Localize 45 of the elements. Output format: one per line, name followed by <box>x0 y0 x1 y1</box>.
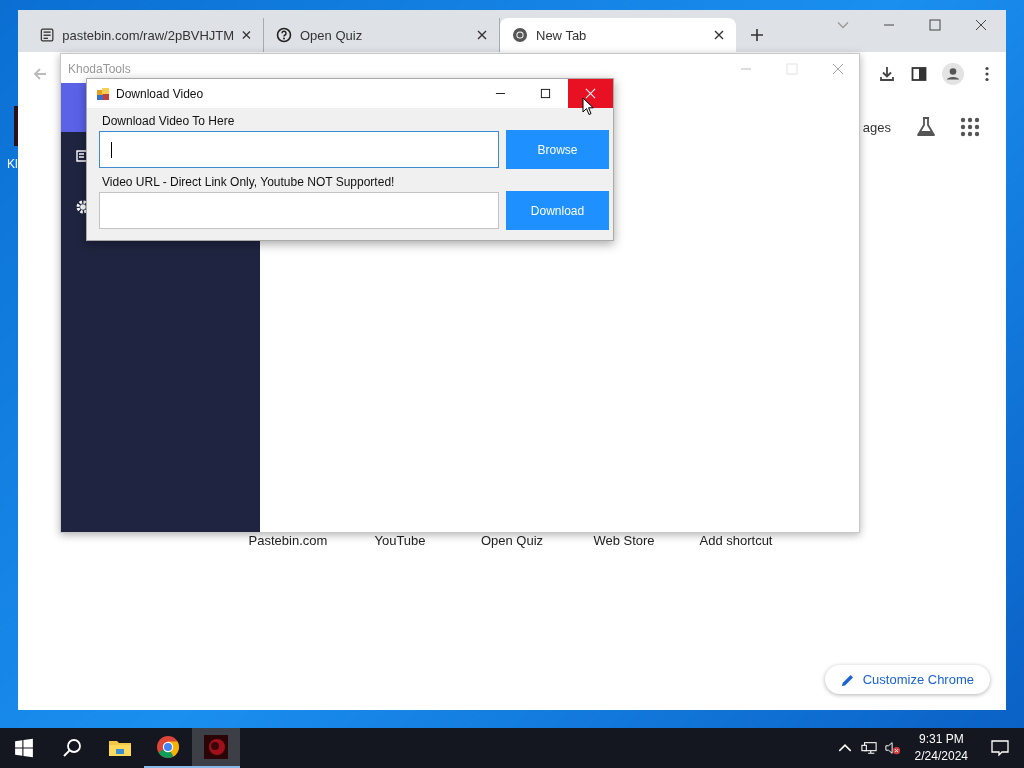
shortcut-label[interactable]: Pastebin.com <box>232 533 344 548</box>
field-label: Download Video To Here <box>101 114 236 128</box>
new-tab-icon[interactable] <box>750 28 764 42</box>
help-icon <box>276 27 292 43</box>
pencil-icon <box>840 672 855 687</box>
shortcut-label[interactable]: Open Quiz <box>456 533 568 548</box>
close-icon[interactable] <box>477 30 487 40</box>
network-icon[interactable] <box>860 740 877 756</box>
download-icon[interactable] <box>878 65 896 83</box>
maximize-icon[interactable] <box>540 88 551 99</box>
volume-muted-icon[interactable] <box>884 740 901 756</box>
clock-date[interactable]: 2/24/2024 <box>914 748 968 765</box>
side-panel-icon[interactable] <box>910 65 928 83</box>
mouse-cursor-icon <box>582 97 594 116</box>
chrome-icon <box>156 735 180 759</box>
customize-chrome-button[interactable]: Customize Chrome <box>824 665 990 694</box>
images-link[interactable]: ages <box>862 119 891 135</box>
input-field[interactable] <box>99 131 499 168</box>
search-icon[interactable] <box>62 738 82 758</box>
input-field[interactable] <box>99 192 499 229</box>
close-icon[interactable] <box>242 30 251 40</box>
shortcut-label[interactable]: Add shortcut <box>680 533 792 548</box>
gear-icon[interactable] <box>75 199 89 215</box>
sidebar-item-icon[interactable] <box>75 149 89 165</box>
taskbar-app-button[interactable] <box>192 728 240 768</box>
chrome-icon <box>512 27 528 43</box>
desktop-icon-label: Kl <box>7 157 18 171</box>
notification-icon[interactable] <box>990 738 1010 758</box>
shortcut-label[interactable]: Web Store <box>568 533 680 548</box>
close-icon[interactable] <box>974 18 988 32</box>
close-button[interactable] <box>568 79 613 108</box>
window-title: KhodaTools <box>68 61 131 76</box>
close-icon[interactable] <box>714 30 724 40</box>
close-icon <box>585 88 596 99</box>
document-icon <box>40 27 55 43</box>
flask-icon[interactable] <box>915 116 937 138</box>
shortcut-label[interactable]: YouTube <box>344 533 456 548</box>
apps-grid-icon[interactable] <box>959 116 981 138</box>
dialog-title: Download Video <box>116 86 205 101</box>
clock-time[interactable]: 9:31 PM <box>918 731 964 748</box>
browser-tab[interactable]: pastebin.com/raw/2pBVHJTM <box>28 18 264 52</box>
field-label: Video URL - Direct Link Only, Youtube NOT Supported! <box>101 175 396 189</box>
windows-start-icon[interactable] <box>14 738 34 758</box>
profile-avatar-icon[interactable] <box>942 63 964 85</box>
browser-tab[interactable]: New Tab <box>500 18 736 52</box>
